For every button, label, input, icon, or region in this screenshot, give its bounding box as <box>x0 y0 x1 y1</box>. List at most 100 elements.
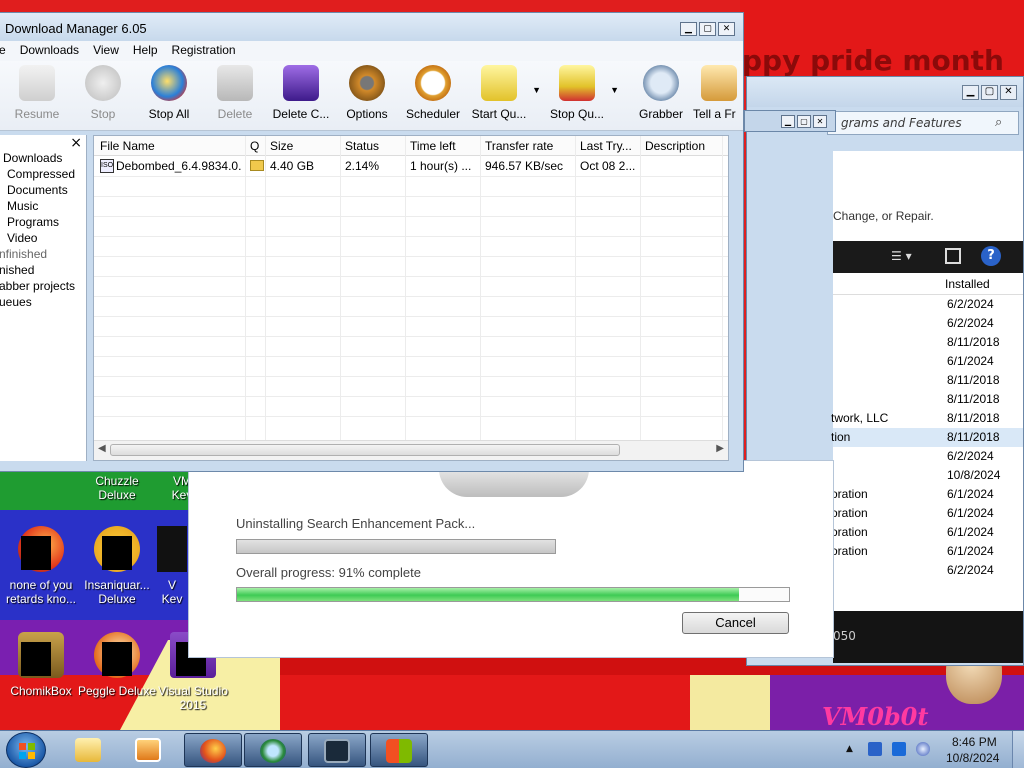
search-icon[interactable]: ⌕ <box>995 115 1002 130</box>
maximize-button[interactable]: ▢ <box>981 85 998 100</box>
grabber-button[interactable]: Grabber <box>627 65 695 121</box>
minimize-button[interactable]: ▁ <box>781 115 795 128</box>
tray-volume-icon[interactable] <box>916 742 930 756</box>
tray-expand-icon[interactable]: ▲ <box>846 744 853 754</box>
category-documents[interactable]: Documents <box>7 183 68 197</box>
idm-titlebar[interactable]: Download Manager 6.05 ▁ ▢ ✕ <box>0 13 743 41</box>
start-button[interactable] <box>6 732 46 768</box>
stop-all-button[interactable]: Stop All <box>135 65 203 121</box>
close-button[interactable]: ✕ <box>718 22 735 36</box>
table-row-selected[interactable]: tion 8/11/2018 <box>831 428 1023 447</box>
taskbar-windows-installer[interactable] <box>370 733 428 767</box>
stop-queue-button[interactable]: Stop Qu... ▼ <box>543 65 619 121</box>
table-row[interactable]: oration 6/1/2024 <box>831 485 1023 504</box>
taskbar-idm[interactable] <box>244 733 302 767</box>
table-row[interactable]: 6/1/2024 <box>833 352 1023 371</box>
menu-registration[interactable]: Registration <box>165 41 243 61</box>
desktop-icon-none-of-you[interactable]: none of you retards kno... <box>0 526 82 606</box>
horizontal-scrollbar[interactable]: ◀ ▶ <box>94 440 728 460</box>
category-video[interactable]: Video <box>7 231 37 245</box>
scrollbar-thumb[interactable] <box>110 444 620 456</box>
category-downloads[interactable]: Downloads <box>3 151 62 165</box>
scroll-left-icon[interactable]: ◀ <box>98 443 106 454</box>
category-queues[interactable]: ueues <box>0 295 32 309</box>
close-button[interactable]: ✕ <box>1000 85 1017 100</box>
clock-date[interactable]: 10/8/2024 <box>946 751 999 765</box>
taskbar-console[interactable] <box>308 733 366 767</box>
taskbar-media-player[interactable] <box>120 733 178 767</box>
desktop-icon-v-kev[interactable]: V Kev <box>152 526 192 606</box>
table-row[interactable]: oration 6/1/2024 <box>831 523 1023 542</box>
desktop-icon-peggle[interactable]: Peggle Deluxe <box>76 632 158 698</box>
category-compressed[interactable]: Compressed <box>7 167 75 181</box>
table-row[interactable]: twork, LLC 8/11/2018 <box>831 409 1023 428</box>
options-button[interactable]: Options <box>333 65 401 121</box>
tell-a-friend-button[interactable]: Tell a Fr <box>693 65 749 121</box>
v-kev-label-line2: Kev <box>161 592 183 606</box>
column-queue[interactable]: Q <box>250 139 259 153</box>
clock-time[interactable]: 8:46 PM <box>952 735 997 749</box>
installed-column-header[interactable]: Installed <box>945 277 990 291</box>
table-row[interactable]: oration 6/1/2024 <box>831 542 1023 561</box>
stop-label: Stop <box>90 107 116 121</box>
taskbar-explorer[interactable] <box>60 733 118 767</box>
maximize-button[interactable]: ▢ <box>699 22 716 36</box>
tray-network-icon[interactable] <box>868 742 882 756</box>
column-description[interactable]: Description <box>645 139 705 153</box>
table-row[interactable]: 8/11/2018 <box>833 390 1023 409</box>
download-row[interactable]: ISO Debombed_6.4.9834.0... 4.40 GB 2.14%… <box>94 156 728 176</box>
chuzzle-label-line1: Chuzzle <box>95 474 139 488</box>
table-row[interactable]: oration 6/1/2024 <box>831 504 1023 523</box>
preview-pane-icon[interactable] <box>945 248 961 264</box>
table-row[interactable]: 6/2/2024 <box>833 561 1023 580</box>
menu-view[interactable]: View <box>86 41 126 61</box>
inner-window-controls: ▁ ▢ ✕ <box>781 115 827 128</box>
chevron-down-icon[interactable]: ▼ <box>532 85 541 95</box>
menu-help[interactable]: Help <box>126 41 165 61</box>
visual-studio-label-line1: Visual Studio <box>158 684 228 698</box>
chevron-down-icon[interactable]: ▼ <box>610 85 619 95</box>
idm-window[interactable]: Download Manager 6.05 ▁ ▢ ✕ e Downloads … <box>0 12 744 472</box>
delete-completed-button[interactable]: Delete C... <box>267 65 335 121</box>
stop-button[interactable]: Stop <box>69 65 137 121</box>
column-size[interactable]: Size <box>270 139 293 153</box>
desktop-icon-chomikbox[interactable]: ChomikBox <box>0 632 82 698</box>
scheduler-button[interactable]: Scheduler <box>399 65 467 121</box>
table-row[interactable]: 6/2/2024 <box>833 447 1023 466</box>
category-grabber-projects[interactable]: abber projects <box>0 279 75 293</box>
maximize-button[interactable]: ▢ <box>797 115 811 128</box>
category-unfinished[interactable]: nfinished <box>0 247 47 261</box>
minimize-button[interactable]: ▁ <box>962 85 979 100</box>
tray-display-icon[interactable] <box>892 742 906 756</box>
column-transfer-rate[interactable]: Transfer rate <box>485 139 553 153</box>
table-row[interactable]: 6/2/2024 <box>833 314 1023 333</box>
delete-button[interactable]: Delete <box>201 65 269 121</box>
scroll-right-icon[interactable]: ▶ <box>716 443 724 454</box>
desktop-icon-insaniquarium[interactable]: Insaniquar... Deluxe <box>76 526 158 606</box>
close-icon[interactable]: × <box>70 135 82 151</box>
column-last-try[interactable]: Last Try... <box>580 139 632 153</box>
menu-tasks[interactable]: e <box>0 41 13 61</box>
close-button[interactable]: ✕ <box>813 115 827 128</box>
menu-downloads[interactable]: Downloads <box>13 41 86 61</box>
category-programs[interactable]: Programs <box>7 215 59 229</box>
desktop-icon-chuzzle[interactable]: Chuzzle Deluxe <box>76 474 158 502</box>
help-icon[interactable]: ? <box>981 246 1001 266</box>
view-options-icon[interactable]: ☰ ▾ <box>891 249 912 263</box>
column-status[interactable]: Status <box>345 139 379 153</box>
category-finished[interactable]: nished <box>0 263 34 277</box>
start-queue-button[interactable]: Start Qu... ▼ <box>465 65 541 121</box>
minimize-button[interactable]: ▁ <box>680 22 697 36</box>
table-row[interactable]: 10/8/2024 <box>833 466 1023 485</box>
resume-button[interactable]: Resume <box>3 65 71 121</box>
table-row[interactable]: 8/11/2018 <box>833 371 1023 390</box>
cancel-button[interactable]: Cancel <box>682 612 789 634</box>
inner-window-titlebar[interactable]: ▁ ▢ ✕ <box>744 110 836 132</box>
show-desktop-button[interactable] <box>1012 731 1024 768</box>
table-row[interactable]: 6/2/2024 <box>833 295 1023 314</box>
column-file-name[interactable]: File Name <box>100 139 155 153</box>
taskbar-firefox[interactable] <box>184 733 242 767</box>
category-music[interactable]: Music <box>7 199 38 213</box>
column-time-left[interactable]: Time left <box>410 139 456 153</box>
table-row[interactable]: 8/11/2018 <box>833 333 1023 352</box>
